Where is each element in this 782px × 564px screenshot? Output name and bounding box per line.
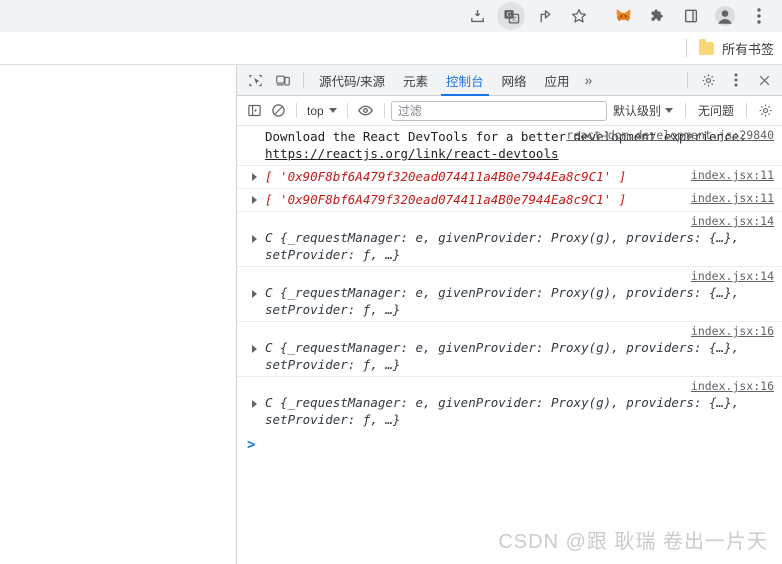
message-text: C {_requestManager: e, givenProvider: Pr… (265, 285, 747, 317)
filterbar-divider-5 (746, 103, 747, 118)
folder-icon (698, 38, 714, 55)
message-source-link[interactable]: index.jsx:14 (691, 269, 774, 283)
filterbar-divider-2 (346, 103, 348, 118)
filter-input[interactable] (390, 100, 607, 121)
metamask-fox-icon[interactable] (609, 2, 637, 30)
react-devtools-link[interactable]: https://reactjs.org/link/react-devtools (265, 146, 559, 161)
chevron-down-icon (664, 108, 673, 113)
all-bookmarks-button[interactable]: 所有书签 (722, 39, 774, 58)
console-message[interactable]: index.jsx:11 [ '0x90F8bf6A479f320ead0744… (237, 189, 782, 212)
tab-network[interactable]: 网络 (493, 65, 536, 96)
kebab-menu-icon[interactable] (723, 68, 749, 92)
expand-arrow-icon[interactable] (252, 235, 257, 243)
tabbar-divider (303, 72, 304, 88)
console-prompt[interactable]: > (237, 431, 782, 461)
message-source-link[interactable]: index.jsx:11 (691, 168, 774, 182)
profile-avatar-icon[interactable] (711, 2, 739, 30)
inspect-element-icon[interactable] (242, 68, 268, 92)
more-tabs-button[interactable]: » (579, 65, 599, 96)
prompt-caret-icon: > (247, 437, 256, 453)
device-toolbar-icon[interactable] (270, 68, 296, 92)
download-icon[interactable] (463, 2, 491, 30)
clear-console-icon[interactable] (266, 100, 290, 122)
message-text: C {_requestManager: e, givenProvider: Pr… (265, 230, 747, 262)
filterbar-divider-4 (684, 103, 686, 118)
chevron-down-icon (328, 108, 337, 113)
expand-arrow-icon[interactable] (252, 173, 257, 181)
level-label: 默认级别 (612, 104, 661, 118)
filterbar-divider-3 (383, 103, 385, 118)
console-message[interactable]: index.jsx:16 C {_requestManager: e, give… (237, 377, 782, 431)
web-page-viewport[interactable] (0, 65, 236, 564)
tab-label: 网络 (501, 74, 527, 89)
devtools-tabbar: 源代码/来源 元素 控制台 网络 应用 » (237, 65, 782, 96)
tab-label: 元素 (402, 74, 428, 89)
tab-sources[interactable]: 源代码/来源 (310, 65, 394, 96)
console-settings-gear-icon[interactable] (753, 100, 777, 122)
gear-icon[interactable] (695, 68, 721, 92)
console-message[interactable]: index.jsx:14 C {_requestManager: e, give… (237, 267, 782, 322)
translate-icon[interactable]: G 文 (497, 2, 525, 30)
console-sidebar-icon[interactable] (242, 100, 266, 122)
close-icon[interactable] (751, 68, 777, 92)
tab-console[interactable]: 控制台 (437, 65, 493, 96)
message-source-link[interactable]: index.jsx:14 (691, 214, 774, 228)
devtools-panel: 源代码/来源 元素 控制台 网络 应用 » top 过滤 默认级别 无问题 re… (236, 65, 782, 564)
console-message[interactable]: index.jsx:14 C {_requestManager: e, give… (237, 212, 782, 267)
extensions-puzzle-icon[interactable] (643, 2, 671, 30)
share-icon[interactable] (531, 2, 559, 30)
message-text: C {_requestManager: e, givenProvider: Pr… (265, 340, 747, 372)
message-source-link[interactable]: index.jsx:11 (691, 191, 774, 205)
expand-arrow-icon[interactable] (252, 196, 257, 204)
tab-elements[interactable]: 元素 (394, 65, 437, 96)
live-expression-eye-icon[interactable] (354, 100, 378, 122)
message-source-link[interactable]: index.jsx:16 (691, 324, 774, 338)
message-text: C {_requestManager: e, givenProvider: Pr… (265, 395, 747, 427)
expand-arrow-icon[interactable] (252, 345, 257, 353)
message-source-link[interactable]: react-dom.development.js:29840 (566, 128, 774, 142)
filterbar-divider-1 (296, 103, 297, 118)
expand-arrow-icon[interactable] (252, 400, 257, 408)
tab-label: 源代码/来源 (319, 74, 385, 89)
csdn-watermark: CSDN @跟 耿瑞 卷出一片天 (498, 531, 768, 553)
tabbar-divider-right (687, 72, 688, 88)
bookmarks-divider (685, 39, 687, 57)
expand-arrow-icon[interactable] (252, 290, 257, 298)
context-label: top (307, 103, 324, 118)
message-source-link[interactable]: index.jsx:16 (691, 379, 774, 393)
side-panel-icon[interactable] (677, 2, 705, 30)
log-level-selector[interactable]: 默认级别 (607, 102, 679, 119)
execution-context-selector[interactable]: top (303, 104, 341, 118)
console-filter-bar: top 默认级别 无问题 (237, 96, 782, 126)
tab-application[interactable]: 应用 (536, 65, 579, 96)
browser-toolbar: G 文 (0, 0, 782, 32)
console-message[interactable]: react-dom.development.js:29840 Download … (237, 126, 782, 166)
bookmarks-bar: 所有书签 (0, 32, 782, 65)
bookmark-star-icon[interactable] (565, 2, 593, 30)
console-message[interactable]: index.jsx:16 C {_requestManager: e, give… (237, 322, 782, 377)
tab-label: 控制台 (446, 74, 484, 89)
issues-status[interactable]: 无问题 (692, 102, 740, 119)
chrome-menu-icon[interactable] (745, 2, 773, 30)
tab-label: 应用 (544, 74, 570, 89)
console-output[interactable]: react-dom.development.js:29840 Download … (237, 126, 782, 564)
console-message[interactable]: index.jsx:11 [ '0x90F8bf6A479f320ead0744… (237, 166, 782, 189)
